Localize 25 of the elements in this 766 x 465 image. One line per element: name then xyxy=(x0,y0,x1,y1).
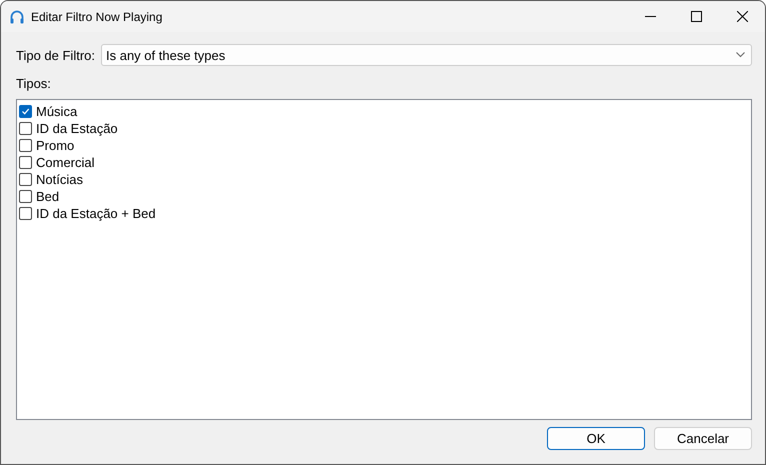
checkbox[interactable] xyxy=(19,122,32,135)
checkbox[interactable] xyxy=(19,105,32,118)
filter-type-dropdown[interactable]: Is any of these types xyxy=(101,44,752,66)
checkbox[interactable] xyxy=(19,207,32,220)
dialog-button[interactable]: Cancelar xyxy=(654,427,752,450)
checkmark-icon xyxy=(21,107,30,116)
filter-type-label: Tipo de Filtro: xyxy=(16,48,95,62)
maximize-icon xyxy=(690,11,702,22)
window-title: Editar Filtro Now Playing xyxy=(31,10,164,24)
checkbox[interactable] xyxy=(19,139,32,152)
checkbox[interactable] xyxy=(19,173,32,186)
checkbox[interactable] xyxy=(19,190,32,203)
checkbox-label: Música xyxy=(36,104,78,119)
checkbox-label: Bed xyxy=(36,189,60,204)
checkbox-label: Promo xyxy=(36,138,74,153)
types-label: Tipos: xyxy=(16,76,51,91)
checkbox[interactable] xyxy=(19,156,32,169)
dialog-button[interactable]: OK xyxy=(547,427,645,450)
checkbox-label: Notícias xyxy=(36,172,83,187)
headphones-icon xyxy=(9,8,25,24)
close-icon xyxy=(736,11,748,22)
checkbox-label: Comercial xyxy=(36,155,95,170)
checkbox-label: ID da Estação xyxy=(36,121,118,136)
chevron-down-icon xyxy=(736,52,745,58)
checkbox-label: ID da Estação + Bed xyxy=(36,206,156,221)
